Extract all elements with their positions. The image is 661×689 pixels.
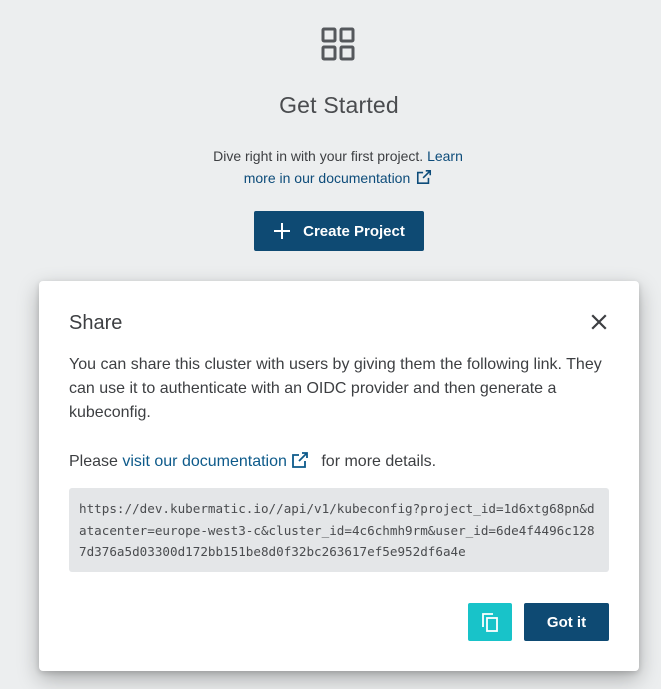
visit-documentation-link[interactable]: visit our documentation xyxy=(122,452,317,470)
dialog-description: You can share this cluster with users by… xyxy=(69,356,602,421)
share-dialog: Share You can share this cluster with us… xyxy=(39,281,639,671)
copy-icon xyxy=(482,613,498,632)
get-started-text: Dive right in with your first project. xyxy=(213,148,428,164)
close-icon[interactable] xyxy=(587,310,611,334)
page: Get Started Dive right in with your firs… xyxy=(0,0,661,689)
plus-icon xyxy=(274,223,291,239)
create-project-label: Create Project xyxy=(303,222,405,240)
get-started-description: Dive right in with your first project. L… xyxy=(200,145,476,189)
external-link-icon xyxy=(292,452,308,468)
get-started-title: Get Started xyxy=(279,92,399,118)
copy-button[interactable] xyxy=(468,603,512,641)
visit-documentation-label: visit our documentation xyxy=(122,453,287,470)
got-it-button[interactable]: Got it xyxy=(524,603,609,641)
grid-icon xyxy=(321,27,355,61)
external-link-icon xyxy=(417,169,432,185)
dialog-title: Share xyxy=(69,312,123,334)
documentation-line: Please visit our documentation for more … xyxy=(69,450,614,474)
doc-prefix: Please xyxy=(69,453,123,470)
doc-suffix: for more details. xyxy=(316,453,437,470)
create-project-button[interactable]: Create Project xyxy=(254,211,424,251)
share-link-field[interactable]: https://dev.kubermatic.io//api/v1/kubeco… xyxy=(69,488,609,572)
